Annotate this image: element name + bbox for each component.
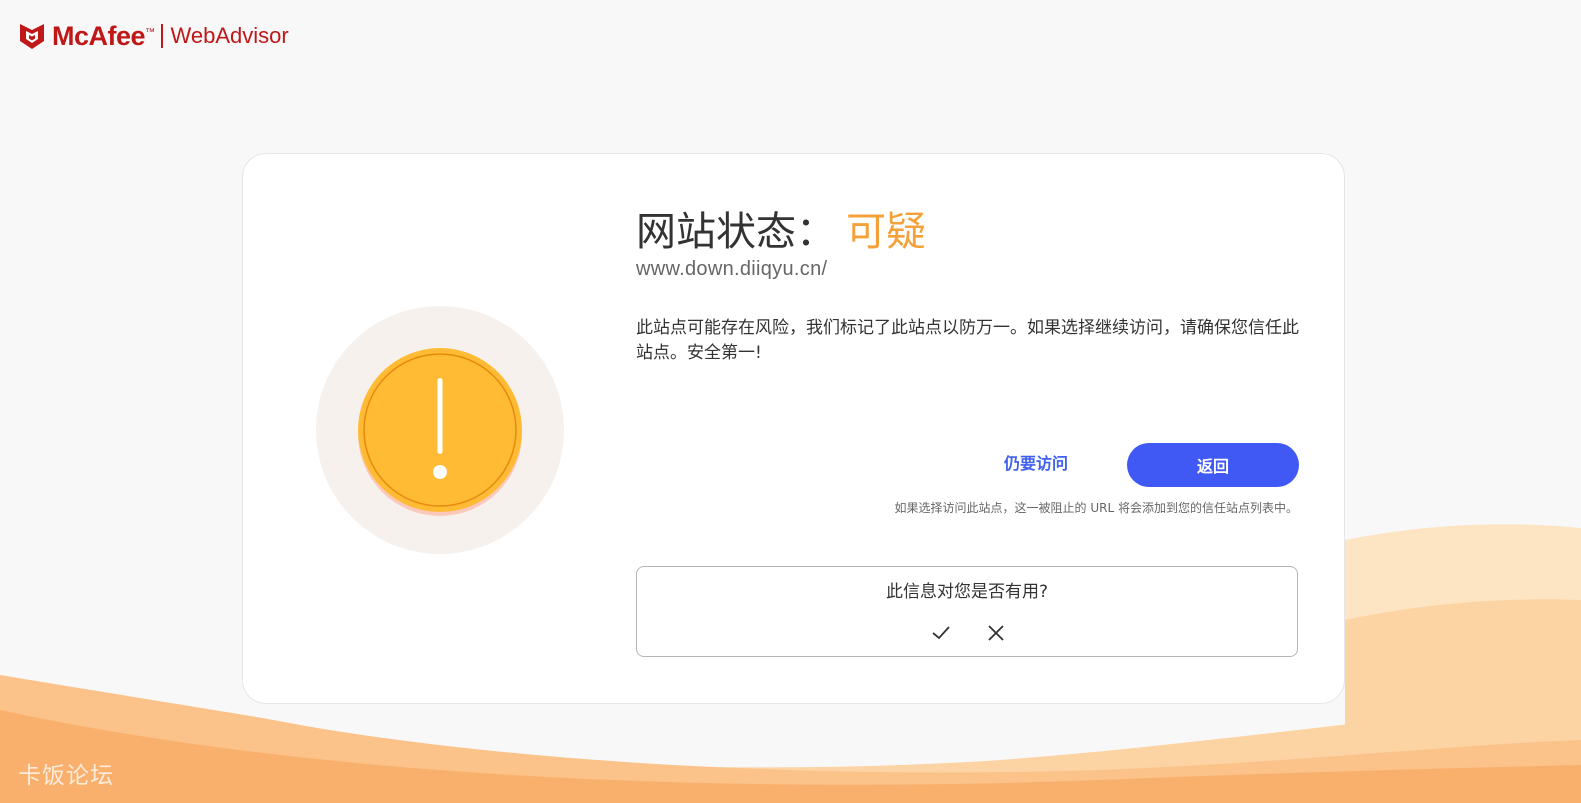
page: McAfee™ WebAdvisor 网站状态： 可疑 www.down.diiq… (0, 0, 1581, 803)
status-label: 网站状态： (636, 209, 836, 255)
brand-divider (160, 24, 163, 48)
feedback-question: 此信息对您是否有用? (885, 582, 1049, 602)
trust-list-note: 如果选择访问此站点，这一被阻止的 URL 将会添加到您的信任站点列表中。 (894, 501, 1298, 515)
feedback-panel: 此信息对您是否有用? (636, 566, 1298, 657)
close-icon (988, 625, 1004, 641)
mcafee-shield-icon (20, 24, 44, 49)
feedback-yes-button[interactable] (927, 619, 955, 647)
header: McAfee™ WebAdvisor (18, 16, 289, 56)
exclamation-icon (316, 306, 564, 554)
brand-logo[interactable]: McAfee™ (18, 21, 155, 52)
check-icon (932, 626, 950, 640)
status-value: 可疑 (846, 209, 926, 255)
product-name: WebAdvisor (170, 23, 289, 48)
brand-name: McAfee™ (52, 20, 155, 51)
trademark-symbol: ™ (145, 26, 155, 38)
forum-watermark: 卡饭论坛 (18, 763, 114, 789)
visit-anyway-link[interactable]: 仍要访问 (976, 444, 1096, 484)
site-status-heading: 网站状态： 可疑 (636, 199, 926, 257)
feedback-no-button[interactable] (982, 619, 1010, 647)
warning-card: 网站状态： 可疑 www.down.diiqyu.cn/ 此站点可能存在风险，我们… (242, 153, 1345, 704)
site-url: www.down.diiqyu.cn/ (636, 258, 828, 280)
warning-message: 此站点可能存在风险，我们标记了此站点以防万一。如果选择继续访问，请确保您信任此站… (636, 318, 1299, 363)
back-button[interactable]: 返回 (1127, 443, 1299, 487)
